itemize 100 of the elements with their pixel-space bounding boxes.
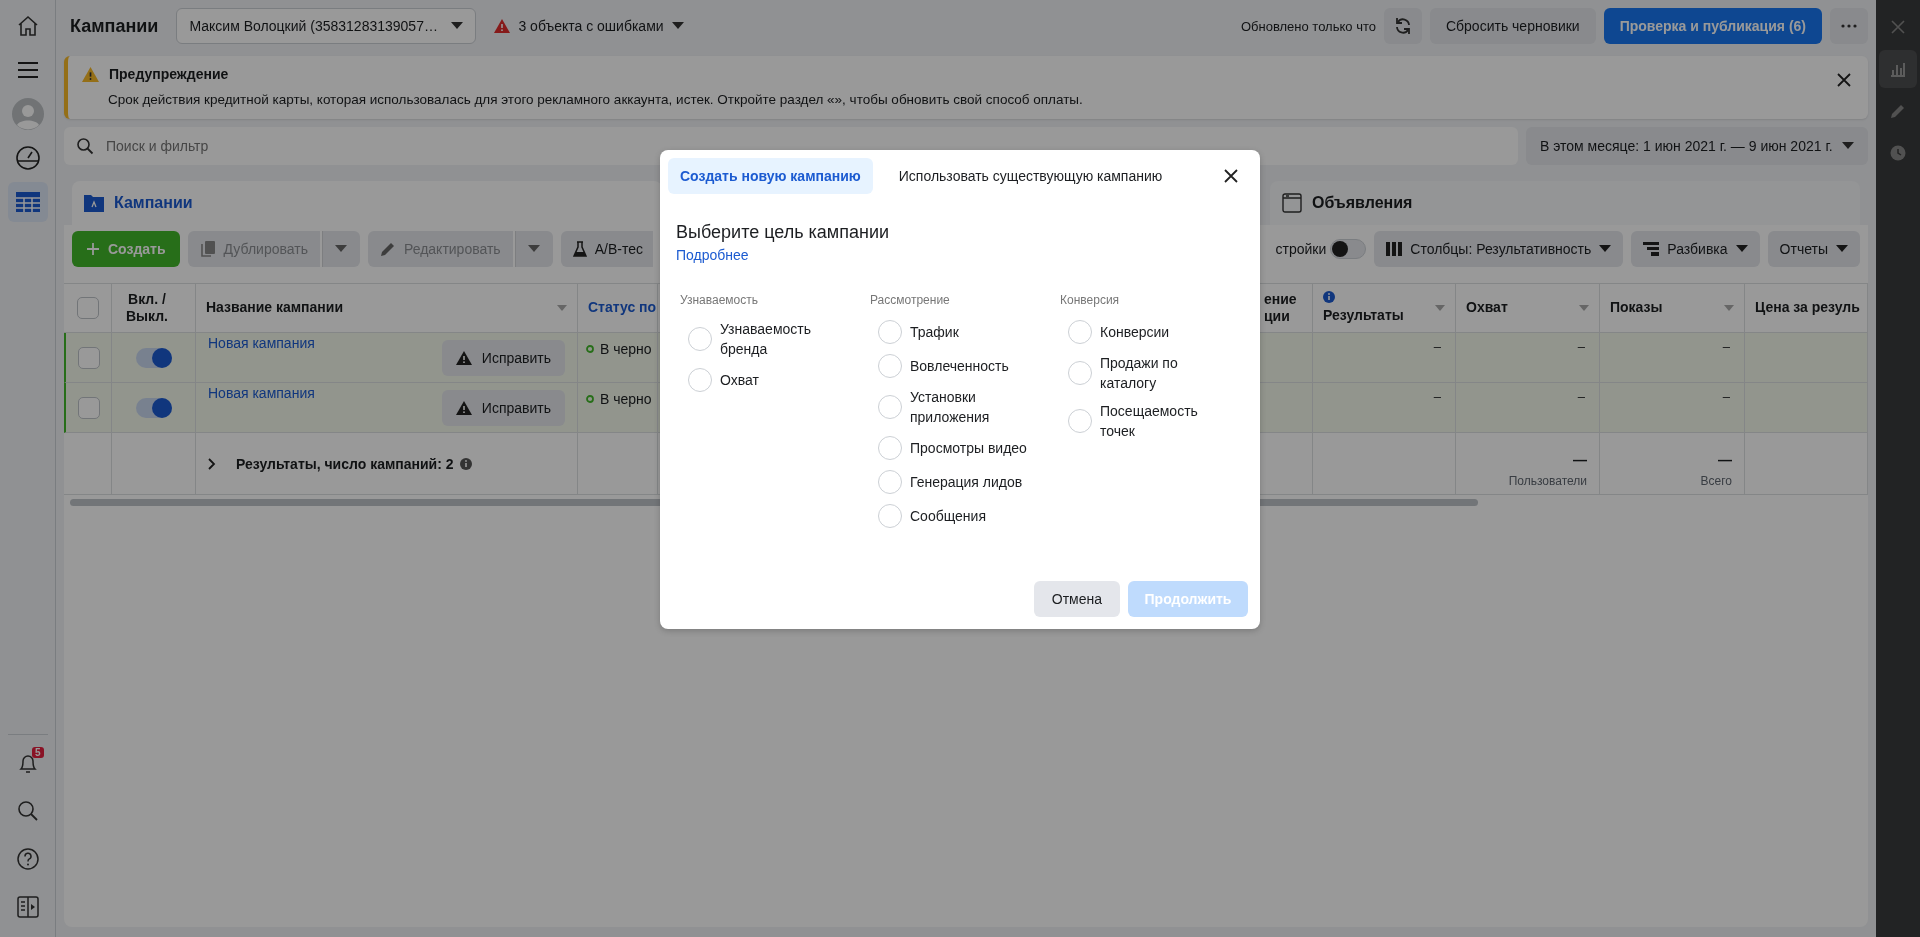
fix-button[interactable]: Исправить <box>441 339 565 376</box>
objective-radio[interactable] <box>1068 320 1092 344</box>
warning-icon <box>455 400 472 415</box>
more-button[interactable] <box>1830 8 1868 44</box>
edit-menu-button[interactable] <box>514 231 553 267</box>
window-icon <box>1282 193 1302 213</box>
chart-panel-button[interactable] <box>1879 50 1917 88</box>
objective-label[interactable]: Продажи по каталогу <box>1100 353 1220 393</box>
objective-radio[interactable] <box>688 368 712 392</box>
errors-dropdown[interactable]: 3 объекта с ошибками <box>488 17 690 35</box>
caret-icon <box>671 22 684 30</box>
row-checkbox[interactable] <box>77 396 100 419</box>
objective-radio[interactable] <box>1068 409 1092 433</box>
caret-icon <box>451 22 464 30</box>
objective-radio[interactable] <box>688 327 712 351</box>
help-icon <box>15 847 40 871</box>
search-icon <box>15 799 40 823</box>
objective-radio[interactable] <box>878 470 902 494</box>
avatar-icon <box>11 98 44 130</box>
objective-radio[interactable] <box>878 320 902 344</box>
side-panel-icon <box>16 896 39 918</box>
publish-button[interactable]: Проверка и публикация (6) <box>1603 8 1822 44</box>
objective-radio[interactable] <box>878 395 902 419</box>
status-text: В черно <box>600 341 652 357</box>
dialog-tab[interactable]: Создать новую кампанию <box>668 158 873 194</box>
campaign-toggle[interactable] <box>135 397 172 418</box>
column-header[interactable]: Вкл. / Выкл. <box>122 290 172 326</box>
warning-icon <box>455 350 472 365</box>
campaign-name-link[interactable]: Новая кампания <box>208 385 315 401</box>
fix-button[interactable]: Исправить <box>441 389 565 426</box>
objective-label[interactable]: Узнаваемость бренда <box>720 319 840 359</box>
column-header[interactable]: Статус по <box>588 299 657 317</box>
campaign-name-link[interactable]: Новая кампания <box>208 335 315 351</box>
impressions-unit: Всего <box>1700 474 1732 488</box>
status-text: В черно <box>600 391 652 407</box>
pencil-icon <box>1890 103 1906 119</box>
refresh-button[interactable] <box>1383 8 1422 44</box>
flask-icon <box>572 240 587 258</box>
close-icon <box>1890 19 1906 35</box>
objective-label[interactable]: Конверсии <box>1100 322 1170 342</box>
objective-radio[interactable] <box>878 354 902 378</box>
clock-icon <box>1890 145 1906 161</box>
folder-icon <box>84 194 104 212</box>
sort-icon[interactable] <box>1579 305 1589 311</box>
level-tab[interactable]: Объявления <box>1270 181 1860 225</box>
objective-group-title: Конверсия <box>1060 293 1120 307</box>
objective-label[interactable]: Просмотры видео <box>910 438 1027 458</box>
sort-icon[interactable] <box>557 305 567 311</box>
column-header[interactable]: Название кампании <box>206 299 344 317</box>
table-cell: – <box>1456 333 1600 383</box>
caret-icon <box>1599 245 1612 253</box>
status-dot-icon <box>586 395 594 403</box>
select-all-checkbox[interactable] <box>76 297 99 319</box>
learn-more-link[interactable]: Подробнее <box>676 247 749 263</box>
info-icon <box>1323 291 1335 304</box>
objective-label[interactable]: Генерация лидов <box>910 472 1023 492</box>
ab-test-button[interactable]: A/B-тес <box>560 231 653 267</box>
column-header[interactable]: Показы <box>1610 299 1663 317</box>
reset-drafts-button[interactable]: Сбросить черновики <box>1429 8 1596 44</box>
objective-label[interactable]: Посещаемость точек <box>1100 401 1220 441</box>
caret-icon <box>1836 245 1848 253</box>
caret-icon <box>1842 142 1854 150</box>
objective-radio[interactable] <box>878 504 902 528</box>
objective-radio[interactable] <box>878 436 902 460</box>
close-button[interactable] <box>1836 72 1852 88</box>
objective-label[interactable]: Вовлеченность <box>910 356 1009 376</box>
column-header[interactable]: ение ции <box>1264 290 1304 326</box>
objective-label[interactable]: Установки приложения <box>910 387 1030 427</box>
reports-dropdown[interactable]: Отчеты <box>1767 231 1860 267</box>
row-checkbox[interactable] <box>77 346 100 369</box>
duplicate-menu-button[interactable] <box>321 231 360 267</box>
expand-icon[interactable] <box>208 457 216 470</box>
settings-toggle[interactable] <box>1330 239 1367 259</box>
sort-icon[interactable] <box>1724 305 1734 311</box>
objective-radio[interactable] <box>1068 361 1092 385</box>
objective-group-title: Узнаваемость <box>680 293 758 307</box>
column-header[interactable]: Цена за резуль <box>1755 299 1860 317</box>
sort-icon[interactable] <box>1435 305 1445 311</box>
level-tab[interactable]: Кампании <box>72 181 662 225</box>
account-dropdown[interactable]: Максим Волоцкий (35831283139057… <box>176 8 477 44</box>
table-cell: – <box>1600 383 1745 433</box>
columns-dropdown[interactable]: Столбцы: Результативность <box>1374 231 1624 267</box>
breakdown-dropdown[interactable]: Разбивка <box>1631 231 1760 267</box>
summary-label: Результаты, число кампаний: 2 <box>236 455 454 472</box>
objective-label[interactable]: Охват <box>720 370 759 390</box>
campaign-toggle[interactable] <box>135 347 172 368</box>
copy-icon <box>199 240 216 258</box>
objective-label[interactable]: Трафик <box>910 322 959 342</box>
gauge-icon <box>14 145 41 171</box>
bell-nav-button[interactable]: 5 <box>7 743 48 783</box>
table-nav-button[interactable] <box>7 182 48 222</box>
column-header[interactable]: Результаты <box>1323 307 1404 325</box>
status-dot-icon <box>586 345 594 353</box>
date-range-dropdown[interactable]: В этом месяце: 1 июн 2021 г. — 9 июн 2021 г. <box>1526 127 1868 165</box>
table-cell: – <box>1600 333 1745 383</box>
column-header[interactable]: Охват <box>1466 299 1508 317</box>
warning-icon <box>494 19 511 33</box>
objective-label[interactable]: Сообщения <box>910 506 986 526</box>
cancel-button[interactable]: Отмена <box>1033 581 1120 617</box>
columns-icon <box>1386 242 1403 256</box>
